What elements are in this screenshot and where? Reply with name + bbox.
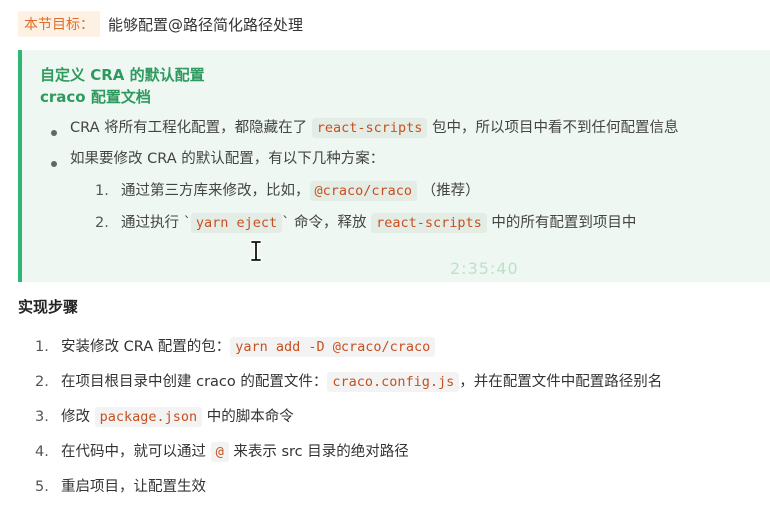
section-goal: 本节目标： 能够配置@路径简化路径处理 bbox=[18, 10, 303, 38]
step-5-text: 重启项目，让配置生效 bbox=[61, 479, 206, 495]
tip-bullet-1: CRA 将所有工程化配置，都隐藏在了 react-scripts 包中，所以项目… bbox=[40, 118, 770, 138]
step-5: 5. 重启项目，让配置生效 bbox=[18, 477, 662, 497]
step-1-number: 1. bbox=[35, 339, 49, 355]
steps-title: 实现步骤 bbox=[18, 298, 79, 316]
step-3-text-after: 中的脚本命令 bbox=[202, 409, 294, 425]
tip-bullet-1-text-before: CRA 将所有工程化配置，都隐藏在了 bbox=[70, 120, 312, 136]
step-1-text: 安装修改 CRA 配置的包： bbox=[61, 339, 231, 355]
code-craco-package: @craco/craco bbox=[309, 181, 418, 201]
step-2-number: 2. bbox=[35, 374, 49, 390]
option-1: 1. 通过第三方库来修改，比如， @craco/craco （推荐） bbox=[70, 181, 770, 201]
option-1-number: 1. bbox=[95, 183, 109, 199]
steps-list: 1. 安装修改 CRA 配置的包： yarn add -D @craco/craco… bbox=[18, 337, 662, 497]
step-2-text-after: ，并在配置文件中配置路径别名 bbox=[459, 374, 663, 390]
code-package-json: package.json bbox=[94, 407, 203, 427]
link-cra-default-config[interactable]: 自定义 CRA 的默认配置 bbox=[40, 64, 770, 86]
option-2-text-mid: ` 命令，释放 bbox=[282, 215, 372, 231]
step-3-number: 3. bbox=[35, 409, 49, 425]
goal-label: 本节目标： bbox=[18, 11, 100, 37]
option-1-text-after: （推荐） bbox=[417, 183, 480, 199]
step-4: 4. 在代码中，就可以通过 @ 来表示 src 目录的绝对路径 bbox=[18, 442, 662, 462]
option-2-text-before: 通过执行 ` bbox=[121, 215, 191, 231]
code-react-scripts-2: react-scripts bbox=[371, 213, 487, 233]
option-2-number: 2. bbox=[95, 215, 109, 231]
tip-bullet-2-text: 如果要修改 CRA 的默认配置，有以下几种方案： bbox=[70, 151, 385, 167]
tip-bullet-list: CRA 将所有工程化配置，都隐藏在了 react-scripts 包中，所以项目… bbox=[40, 118, 770, 233]
code-at-symbol: @ bbox=[210, 442, 229, 462]
step-4-number: 4. bbox=[35, 444, 49, 460]
step-3: 3. 修改 package.json 中的脚本命令 bbox=[18, 407, 662, 427]
option-2-text-after: 中的所有配置到项目中 bbox=[486, 215, 637, 231]
step-2-text-before: 在项目根目录中创建 craco 的配置文件： bbox=[61, 374, 328, 390]
step-5-number: 5. bbox=[35, 479, 49, 495]
code-yarn-eject: yarn eject bbox=[190, 213, 283, 233]
text-cursor-icon bbox=[250, 240, 262, 262]
video-timestamp: 2:35:40 bbox=[450, 259, 519, 278]
step-4-text-after: 来表示 src 目录的绝对路径 bbox=[228, 444, 409, 460]
step-4-text-before: 在代码中，就可以通过 bbox=[61, 444, 211, 460]
option-1-text-before: 通过第三方库来修改，比如， bbox=[121, 183, 310, 199]
tip-bullet-2: 如果要修改 CRA 的默认配置，有以下几种方案： 1. 通过第三方库来修改，比如，… bbox=[40, 149, 770, 233]
tip-block: 自定义 CRA 的默认配置 craco 配置文档 CRA 将所有工程化配置，都隐… bbox=[18, 50, 770, 282]
step-3-text-before: 修改 bbox=[61, 409, 95, 425]
code-yarn-add-craco: yarn add -D @craco/craco bbox=[230, 337, 436, 357]
code-react-scripts: react-scripts bbox=[311, 118, 428, 138]
code-craco-config-js: craco.config.js bbox=[327, 372, 460, 392]
goal-text: 能够配置@路径简化路径处理 bbox=[108, 15, 304, 34]
link-craco-docs[interactable]: craco 配置文档 bbox=[40, 86, 770, 108]
option-2: 2. 通过执行 ` yarn eject ` 命令，释放 react-scripts … bbox=[70, 213, 770, 233]
tip-bullet-1-text-after: 包中，所以项目中看不到任何配置信息 bbox=[427, 120, 679, 136]
options-list: 1. 通过第三方库来修改，比如， @craco/craco （推荐） 2. 通过执行 … bbox=[70, 181, 770, 233]
step-1: 1. 安装修改 CRA 配置的包： yarn add -D @craco/craco bbox=[18, 337, 662, 357]
step-2: 2. 在项目根目录中创建 craco 的配置文件： craco.config.js，… bbox=[18, 372, 662, 392]
